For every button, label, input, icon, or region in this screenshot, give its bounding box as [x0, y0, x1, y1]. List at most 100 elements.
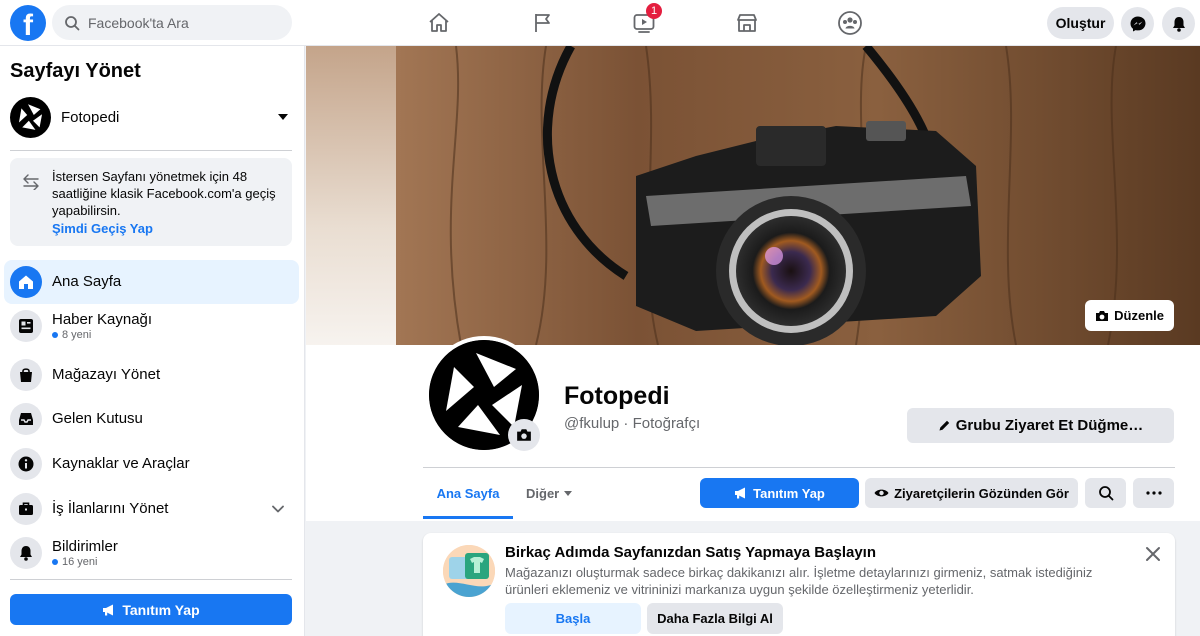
active-tab-indicator: [423, 516, 513, 519]
nav-pages[interactable]: [523, 7, 563, 39]
sidebar-item-resources[interactable]: Kaynaklar ve Araçlar: [4, 442, 299, 486]
pencil-icon: [939, 420, 949, 431]
more-options-button[interactable]: [1133, 478, 1174, 508]
sidebar-inbox-icon-wrap: [10, 403, 42, 435]
sidebar-item-jobs[interactable]: İş İlanlarını Yönet: [4, 487, 299, 531]
start-button[interactable]: Başla: [505, 603, 641, 634]
edit-cover-button[interactable]: Düzenle: [1085, 300, 1174, 331]
page-avatar: [10, 96, 51, 138]
edit-profile-picture-button[interactable]: [508, 419, 540, 451]
view-as-visitor-button[interactable]: Ziyaretçilerin Gözünden Gör: [865, 478, 1078, 508]
switch-now-link[interactable]: Şimdi Geçiş Yap: [52, 220, 282, 237]
camera-cover-image: [396, 46, 1200, 345]
page-switcher[interactable]: Fotopedi: [10, 96, 292, 138]
dropdown-caret-icon: [278, 114, 288, 120]
search-icon: [65, 15, 80, 30]
sidebar-promote-button[interactable]: Tanıtım Yap: [10, 594, 292, 625]
nav-watch[interactable]: 1: [624, 3, 664, 39]
home-icon: [19, 275, 33, 289]
page-switcher-name: Fotopedi: [61, 108, 120, 126]
sidebar-item-label: Haber Kaynağı: [52, 311, 153, 328]
dropdown-caret-icon: [564, 490, 573, 496]
nav-home[interactable]: [419, 7, 459, 39]
visit-group-button[interactable]: Grubu Ziyaret Et Düğme…: [907, 408, 1174, 443]
chevron-down-icon[interactable]: [271, 502, 285, 516]
sidebar-news-icon-wrap: [10, 310, 42, 342]
learn-more-button[interactable]: Daha Fazla Bilgi Al: [647, 603, 783, 634]
tabs-divider: [423, 467, 1175, 468]
megaphone-icon: [735, 487, 746, 499]
cover-side-background: [306, 46, 396, 346]
sidebar-promote-label: Tanıtım Yap: [122, 601, 200, 618]
info-icon: [18, 456, 34, 472]
sidebar-item-notifications[interactable]: Bildirimler 16 yeni: [4, 531, 299, 575]
video-notification-badge: 1: [646, 3, 662, 19]
promote-button[interactable]: Tanıtım Yap: [700, 478, 859, 508]
edit-cover-label: Düzenle: [1114, 308, 1164, 323]
messenger-button[interactable]: [1121, 7, 1154, 40]
view-as-visitor-label: Ziyaretçilerin Gözünden Gör: [894, 485, 1069, 501]
cover-photo: Düzenle: [396, 46, 1200, 345]
nav-marketplace[interactable]: [727, 7, 767, 39]
sidebar-divider: [10, 150, 292, 151]
more-dots-icon: [1145, 491, 1162, 495]
sidebar-title: Sayfayı Yönet: [10, 60, 141, 82]
sidebar-item-label: Mağazayı Yönet: [52, 366, 161, 383]
sidebar-item-subtext: 16 yeni: [52, 556, 118, 568]
facebook-logo[interactable]: f: [10, 5, 46, 41]
search-input[interactable]: Facebook'ta Ara: [52, 5, 292, 40]
switch-arrows-icon: [23, 174, 39, 190]
sidebar-jobs-icon-wrap: [10, 493, 42, 525]
tab-home[interactable]: Ana Sayfa: [423, 478, 513, 508]
search-placeholder: Facebook'ta Ara: [88, 14, 189, 31]
sidebar-item-inbox[interactable]: Gelen Kutusu: [4, 397, 299, 441]
new-count: 16 yeni: [62, 556, 98, 568]
sidebar-info-icon-wrap: [10, 448, 42, 480]
megaphone-icon: [103, 604, 114, 615]
sidebar-item-news-feed[interactable]: Haber Kaynağı 8 yeni: [4, 304, 299, 348]
close-icon[interactable]: [1145, 546, 1161, 562]
sidebar-item-label: Gelen Kutusu: [52, 410, 143, 427]
sidebar-item-label: İş İlanlarını Yönet: [52, 500, 169, 517]
shopping-bag-icon: [20, 368, 32, 382]
news-feed-icon: [19, 319, 33, 333]
sidebar-home-icon-wrap: [10, 266, 42, 298]
sidebar-item-manage-shop[interactable]: Mağazayı Yönet: [4, 353, 299, 397]
create-button[interactable]: Oluştur: [1047, 7, 1114, 39]
nav-groups[interactable]: [830, 7, 870, 39]
promote-label: Tanıtım Yap: [753, 485, 825, 501]
notice-text: İstersen Sayfanı yönetmek için 48 saatli…: [52, 169, 276, 218]
sidebar-item-label: Ana Sayfa: [52, 273, 122, 290]
page-search-button[interactable]: [1085, 478, 1126, 508]
camera-icon: [517, 429, 531, 441]
sidebar-item-label: Bildirimler: [52, 538, 118, 555]
bell-icon: [1172, 16, 1185, 32]
flag-icon: [535, 14, 550, 32]
sidebar-divider: [10, 579, 292, 580]
marketplace-icon: [737, 14, 757, 32]
sidebar-item-subtext: 8 yeni: [52, 329, 152, 341]
sidebar-shop-icon-wrap: [10, 359, 42, 391]
eye-icon: [874, 489, 889, 497]
shop-illustration: [443, 545, 495, 597]
manage-page-sidebar: Sayfayı Yönet Fotopedi İstersen Sayfanı …: [0, 46, 305, 636]
page-title: Fotopedi: [564, 382, 670, 410]
sidebar-item-label: Kaynaklar ve Araçlar: [52, 455, 190, 472]
sidebar-item-home[interactable]: Ana Sayfa: [4, 260, 299, 304]
visit-group-label: Grubu Ziyaret Et Düğme…: [955, 417, 1144, 434]
notifications-button[interactable]: [1162, 7, 1195, 40]
page-handle-category: @fkulup · Fotoğrafçı: [564, 415, 701, 432]
groups-icon: [838, 11, 862, 35]
briefcase-icon: [19, 502, 33, 515]
home-icon: [429, 13, 449, 32]
shop-setup-card: Birkaç Adımda Sayfanızdan Satış Yapmaya …: [423, 533, 1175, 636]
tab-more-label: Diğer: [526, 485, 560, 501]
card-description: Mağazanızı oluşturmak sadece birkaç daki…: [505, 565, 1093, 597]
inbox-icon: [19, 413, 33, 425]
classic-switch-notice: İstersen Sayfanı yönetmek için 48 saatli…: [10, 158, 292, 246]
tab-more[interactable]: Diğer: [526, 478, 576, 508]
shop-illustration-icon: [443, 545, 495, 597]
new-dot-icon: [52, 332, 58, 338]
bell-icon: [20, 546, 32, 561]
new-count: 8 yeni: [62, 329, 92, 341]
